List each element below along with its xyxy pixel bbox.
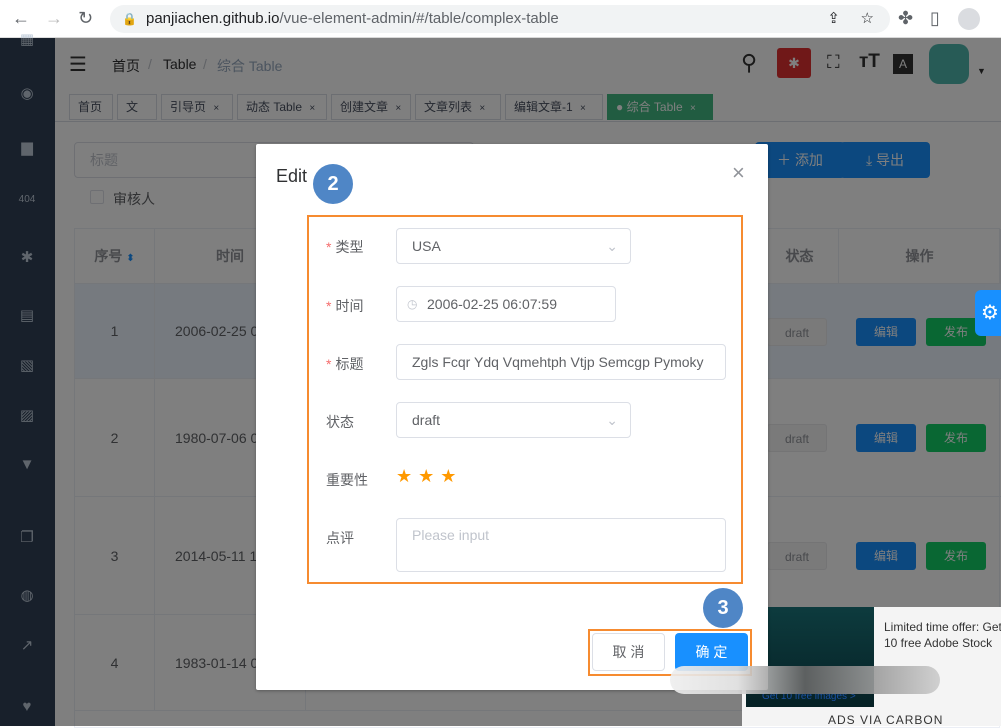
sidepanel-icon[interactable]: ▯ [930, 8, 940, 29]
settings-gear-icon[interactable]: ⚙ [975, 290, 1001, 336]
browser-toolbar: ← → ↻ 🔒 panjiachen.github.io/vue-element… [0, 0, 1001, 38]
step-badge-3: 3 [703, 588, 743, 628]
step-badge-2: 2 [313, 164, 353, 204]
type-label-text: 类型 [335, 239, 364, 255]
profile-icon[interactable] [958, 8, 980, 30]
time-label-text: 时间 [335, 298, 364, 314]
pixelated-blur [670, 666, 940, 694]
ad-text[interactable]: Limited time offer: Get 10 free Adobe St… [884, 619, 1001, 653]
star-icon[interactable]: ★ [418, 466, 440, 486]
importance-rating[interactable]: ★★★ [396, 466, 462, 487]
share-icon[interactable]: ⇪ [827, 5, 840, 33]
star-icon[interactable]: ★ [396, 466, 418, 486]
chevron-down-icon: ⌄ [606, 238, 618, 254]
star-icon[interactable]: ☆ [861, 5, 874, 33]
type-label: * 类型 [326, 239, 364, 255]
lock-icon: 🔒 [122, 12, 137, 26]
ad-footer[interactable]: ADS VIA CARBON [828, 713, 943, 727]
edit-dialog: Edit × 2 * 类型 USA ⌄ * 时间 ◷ 2006-02-25 06:07:… [256, 144, 768, 690]
importance-label: 重要性 [326, 472, 368, 488]
extensions-icon[interactable]: ✤ [898, 8, 913, 29]
time-value: 2006-02-25 06:07:59 [427, 296, 557, 312]
title-label-text: 标题 [335, 356, 364, 372]
close-icon[interactable]: × [732, 160, 745, 186]
time-picker[interactable]: ◷ 2006-02-25 06:07:59 [396, 286, 616, 322]
cancel-button[interactable]: 取 消 [592, 633, 665, 671]
dialog-title: Edit [276, 166, 308, 186]
review-textarea[interactable]: Please input [396, 518, 726, 572]
forward-icon[interactable]: → [45, 8, 63, 29]
back-icon[interactable]: ← [12, 8, 30, 29]
review-label: 点评 [326, 530, 354, 546]
time-label: * 时间 [326, 298, 364, 314]
status-value: draft [412, 412, 441, 428]
status-label: 状态 [326, 414, 354, 430]
type-select[interactable]: USA ⌄ [396, 228, 631, 264]
type-value: USA [412, 238, 441, 254]
star-icon[interactable]: ★ [440, 466, 462, 486]
title-label: * 标题 [326, 356, 364, 372]
reload-icon[interactable]: ↻ [78, 8, 93, 29]
clock-icon: ◷ [407, 297, 418, 311]
address-bar[interactable]: 🔒 panjiachen.github.io/vue-element-admin… [110, 5, 890, 33]
title-input[interactable]: Zgls Fcqr Ydq Vqmehtph Vtjp Semcgp Pymok… [396, 344, 726, 380]
status-select[interactable]: draft ⌄ [396, 402, 631, 438]
chevron-down-icon: ⌄ [606, 412, 618, 428]
